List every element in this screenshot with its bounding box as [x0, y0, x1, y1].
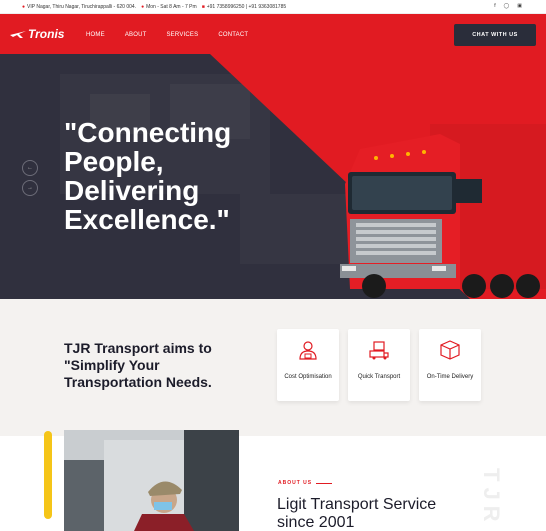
slider-prev-button[interactable]: ← — [22, 160, 38, 176]
chat-with-us-button[interactable]: CHAT WITH US — [454, 24, 536, 46]
nav-contact[interactable]: CONTACT — [218, 32, 248, 38]
clock-icon: ● — [141, 3, 145, 10]
eyebrow-text: ABOUT US — [278, 480, 313, 486]
social-links: f ◯ ▣ — [494, 3, 522, 9]
features-section: TJR Transport aims to "Simplify Your Tra… — [0, 299, 546, 436]
about-section: ABOUT US Ligit Transport Service since 2… — [0, 430, 546, 531]
feature-card-quick-transport[interactable]: Quick Transport — [348, 329, 410, 401]
hours-text: Mon - Sat 8 Am - 7 Pm — [146, 3, 197, 10]
page: ● VIP Nagar, Thiru Nagar, Tiruchirappall… — [0, 0, 546, 531]
address-item: ● VIP Nagar, Thiru Nagar, Tiruchirappall… — [22, 4, 136, 10]
hero-section: "Connecting People, Delivering Excellenc… — [0, 54, 546, 299]
top-info-bar: ● VIP Nagar, Thiru Nagar, Tiruchirappall… — [0, 0, 546, 14]
nav-home[interactable]: HOME — [86, 32, 105, 38]
about-title: Ligit Transport Service since 2001 — [277, 496, 437, 531]
vertical-watermark-text: TJR — [479, 468, 504, 528]
phone-icon: ■ — [201, 3, 205, 10]
aim-statement: TJR Transport aims to "Simplify Your Tra… — [64, 340, 212, 390]
nav-services[interactable]: SERVICES — [166, 32, 198, 38]
nav-about[interactable]: ABOUT — [125, 32, 147, 38]
about-eyebrow: ABOUT US — [278, 480, 333, 486]
logo-text: Tronis — [28, 27, 65, 41]
cost-optimisation-icon — [299, 341, 317, 360]
feature-card-on-time-delivery[interactable]: On-Time Delivery — [419, 329, 481, 401]
instagram-icon[interactable]: ▣ — [517, 3, 522, 9]
phone-text[interactable]: +91 7358996250 | +91 9363081785 — [207, 4, 286, 10]
hero-headline: "Connecting People, Delivering Excellenc… — [64, 117, 232, 235]
arrow-left-icon: ← — [27, 165, 33, 171]
logo[interactable]: Tronis — [10, 27, 64, 41]
nav-menu: HOME ABOUT SERVICES CONTACT — [86, 32, 268, 38]
phone-item[interactable]: ■ +91 7358996250 | +91 9363081785 — [202, 4, 286, 10]
contact-info: ● VIP Nagar, Thiru Nagar, Tiruchirappall… — [22, 4, 286, 10]
address-text: VIP Nagar, Thiru Nagar, Tiruchirappalli … — [27, 3, 137, 10]
eyebrow-line — [316, 482, 333, 484]
card-label: Cost Optimisation — [284, 374, 332, 380]
airplane-logo-icon — [10, 31, 26, 38]
whatsapp-icon[interactable]: ◯ — [504, 3, 510, 9]
card-label: On-Time Delivery — [426, 374, 474, 380]
card-label: Quick Transport — [357, 374, 401, 380]
feature-card-cost-optimisation[interactable]: Cost Optimisation — [277, 329, 339, 401]
accent-bar — [44, 431, 52, 519]
hours-item: ● Mon - Sat 8 Am - 7 Pm — [141, 4, 197, 10]
quick-transport-icon — [369, 341, 389, 360]
location-pin-icon: ● — [22, 3, 26, 10]
delivery-photo — [64, 430, 239, 531]
arrow-right-icon: → — [27, 185, 33, 191]
on-time-delivery-icon — [440, 340, 460, 360]
slider-next-button[interactable]: → — [22, 180, 38, 196]
main-nav: Tronis HOME ABOUT SERVICES CONTACT CHAT … — [0, 14, 546, 54]
facebook-icon[interactable]: f — [494, 3, 495, 9]
truck-image — [340, 124, 546, 298]
